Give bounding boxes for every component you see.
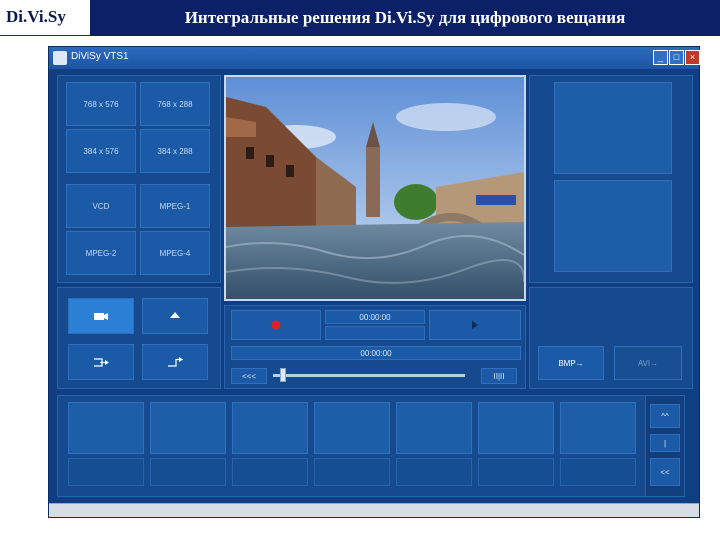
- frame-thumb[interactable]: [68, 402, 144, 454]
- side-preview-top[interactable]: [554, 82, 672, 174]
- frame-thumb-label: [560, 458, 636, 486]
- close-button[interactable]: ×: [685, 50, 700, 65]
- export-bmp-button[interactable]: BMP→: [538, 346, 604, 380]
- maximize-button[interactable]: □: [669, 50, 684, 65]
- export-panel: BMP→ AVI→: [529, 287, 693, 389]
- import-button[interactable]: [68, 344, 134, 380]
- frame-thumb[interactable]: [478, 402, 554, 454]
- slide-title: Интегральные решения Di.Vi.Sy для цифров…: [184, 8, 626, 27]
- minimize-button[interactable]: _: [653, 50, 668, 65]
- transport-panel: 00:00:00 00:00:00 <<< II|II: [224, 305, 526, 389]
- format-768x576-button[interactable]: 768 x 576: [66, 82, 136, 126]
- frame-thumb[interactable]: [396, 402, 472, 454]
- record-button[interactable]: [231, 310, 321, 340]
- frame-thumb[interactable]: [560, 402, 636, 454]
- app-window: DiViSy VTS1 _ □ × 768 x 576 768 x 288 38…: [48, 46, 700, 518]
- import-icon: [94, 358, 109, 367]
- format-vcd-button[interactable]: VCD: [66, 184, 136, 228]
- frame-thumb[interactable]: [232, 402, 308, 454]
- frame-thumb[interactable]: [314, 402, 390, 454]
- frame-thumb-label: [478, 458, 554, 486]
- capture-button[interactable]: [68, 298, 134, 334]
- frame-thumb-label: [150, 458, 226, 486]
- app-icon: [53, 51, 67, 65]
- brand-logo-text: Di.Vi.Sy: [0, 0, 90, 36]
- window-titlebar[interactable]: DiViSy VTS1 _ □ ×: [49, 47, 700, 69]
- format-mpeg2-button[interactable]: MPEG-2: [66, 231, 136, 275]
- frame-thumb-label: [396, 458, 472, 486]
- record-icon: [271, 320, 281, 330]
- preview-side-panel: [529, 75, 693, 283]
- play-button[interactable]: [429, 310, 521, 340]
- format-mpeg1-button[interactable]: MPEG-1: [140, 184, 210, 228]
- format-384x576-button[interactable]: 384 x 576: [66, 129, 136, 173]
- filmstrip-panel: [57, 395, 685, 497]
- filmstrip-stop-button[interactable]: |: [650, 434, 680, 452]
- format-panel: 768 x 576 768 x 288 384 x 576 384 x 288 …: [57, 75, 221, 283]
- filmstrip-nav: ^^ | <<: [645, 395, 685, 497]
- position-bar: 00:00:00: [231, 346, 521, 360]
- timecode-display: 00:00:00: [325, 310, 425, 324]
- eject-button[interactable]: [142, 298, 208, 334]
- format-768x288-button[interactable]: 768 x 288: [140, 82, 210, 126]
- play-icon: [472, 321, 478, 329]
- status-bar: [49, 503, 699, 517]
- position-readout: 00:00:00: [360, 348, 392, 358]
- eject-icon: [170, 312, 180, 318]
- format-384x288-button[interactable]: 384 x 288: [140, 129, 210, 173]
- end-button[interactable]: II|II: [481, 368, 517, 384]
- export-icon: [168, 357, 183, 367]
- frame-thumb[interactable]: [150, 402, 226, 454]
- video-frame-image: [226, 77, 524, 299]
- export-button[interactable]: [142, 344, 208, 380]
- filmstrip-back-button[interactable]: <<: [650, 458, 680, 486]
- rewind-button[interactable]: <<<: [231, 368, 267, 384]
- video-preview[interactable]: [224, 75, 526, 301]
- side-preview-bottom[interactable]: [554, 180, 672, 272]
- frame-thumb-label: [232, 458, 308, 486]
- seek-slider-handle[interactable]: [279, 368, 286, 382]
- frame-thumb-label: [68, 458, 144, 486]
- seek-track: [273, 374, 465, 377]
- frame-thumb-label: [314, 458, 390, 486]
- window-title: DiViSy VTS1: [71, 51, 129, 62]
- filmstrip-up-button[interactable]: ^^: [650, 404, 680, 428]
- action-panel: [57, 287, 221, 389]
- camera-icon: [94, 313, 108, 320]
- format-mpeg4-button[interactable]: MPEG-4: [140, 231, 210, 275]
- timecode-secondary-display: [325, 326, 425, 340]
- export-avi-button[interactable]: AVI→: [614, 346, 682, 380]
